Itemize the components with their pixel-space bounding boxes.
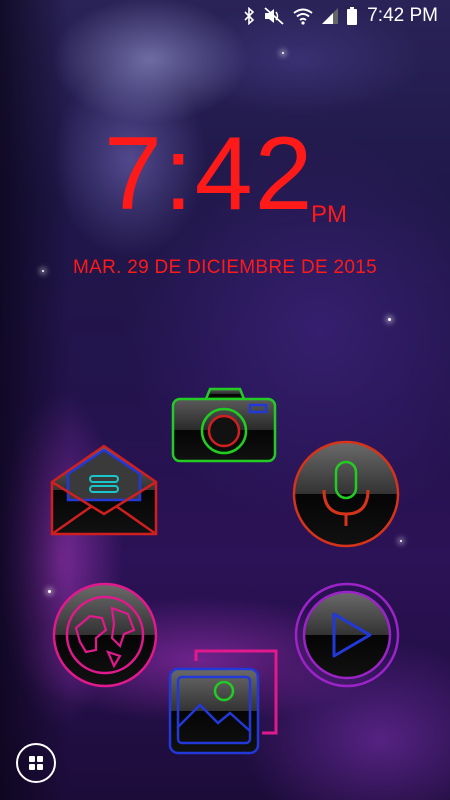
status-time: 7:42 PM — [367, 5, 438, 26]
clock-ampm: PM — [311, 201, 347, 228]
voice-app[interactable] — [290, 438, 402, 550]
microphone-icon — [292, 440, 400, 548]
mute-icon — [263, 7, 285, 25]
camera-icon — [171, 387, 277, 463]
wifi-icon — [293, 7, 313, 25]
wallpaper-star — [282, 52, 284, 54]
browser-app[interactable] — [50, 580, 160, 690]
wallpaper-star — [388, 318, 391, 321]
home-screen: 7:42 PM 7:42 PM MAR. 29 DE DICIEMBRE DE … — [0, 0, 450, 800]
apps-grid-icon — [29, 756, 43, 770]
camera-app[interactable] — [170, 385, 278, 465]
bluetooth-icon — [243, 7, 255, 25]
clock-date: MAR. 29 DE DICIEMBRE DE 2015 — [72, 257, 378, 278]
gallery-app[interactable] — [166, 647, 280, 759]
clock-time[interactable]: 7:42 — [104, 122, 314, 226]
signal-icon — [321, 7, 339, 25]
globe-icon — [52, 582, 158, 688]
email-app[interactable] — [48, 440, 160, 540]
battery-icon — [347, 7, 358, 25]
apps-drawer-button[interactable] — [16, 743, 56, 783]
status-bar: 7:42 PM — [0, 0, 450, 32]
music-app[interactable] — [292, 580, 402, 690]
gallery-icon — [168, 649, 278, 755]
envelope-icon — [50, 444, 158, 536]
play-icon — [294, 582, 400, 688]
